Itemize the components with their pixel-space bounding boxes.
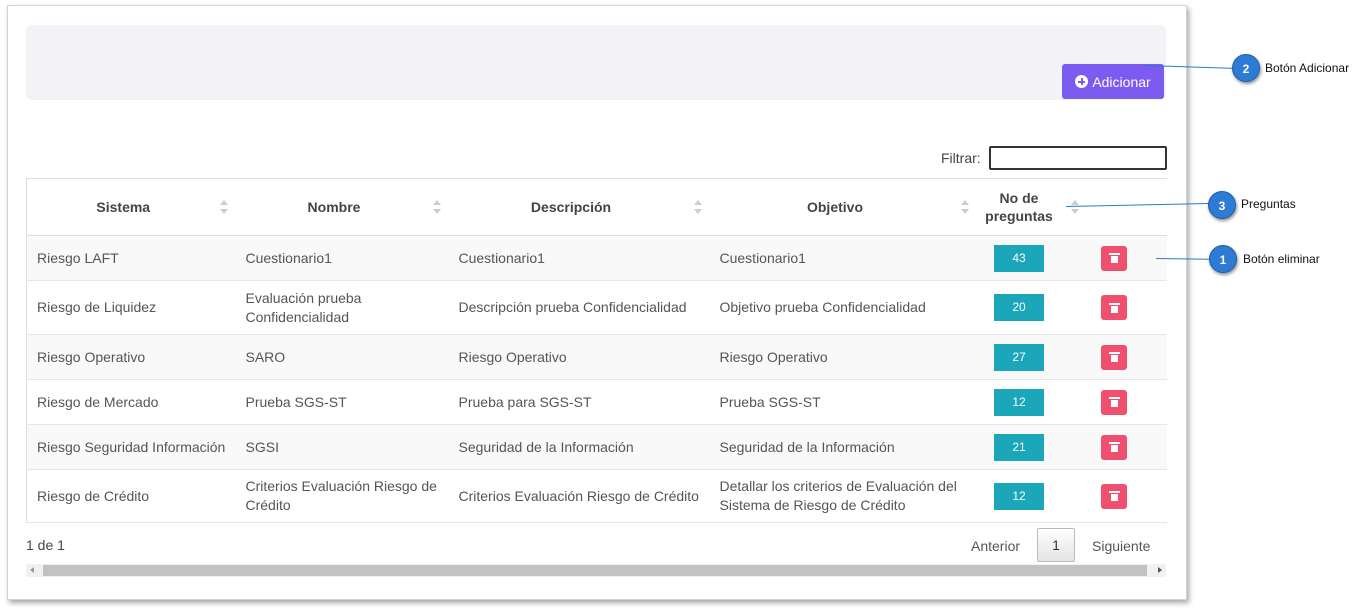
delete-button[interactable] bbox=[1101, 483, 1127, 509]
cell-descripcion: Seguridad de la Información bbox=[448, 424, 710, 470]
cell-preguntas: 12 bbox=[976, 469, 1062, 523]
delete-button[interactable] bbox=[1101, 295, 1127, 320]
question-count-badge[interactable]: 20 bbox=[994, 294, 1044, 321]
sort-icon bbox=[960, 200, 969, 214]
question-count-badge[interactable]: 21 bbox=[994, 433, 1044, 461]
column-header-label: Objetivo bbox=[806, 199, 863, 215]
cell-actions bbox=[1061, 280, 1167, 335]
questionnaire-table: Sistema Nombre Descripción Objetivo No d… bbox=[26, 178, 1167, 523]
cell-nombre: Prueba SGS-ST bbox=[235, 379, 449, 425]
table-header-row: Sistema Nombre Descripción Objetivo No d… bbox=[26, 178, 1167, 236]
plus-circle-icon bbox=[1075, 75, 1089, 88]
sort-icon bbox=[219, 200, 228, 214]
cell-sistema: Riesgo de Liquidez bbox=[26, 280, 236, 335]
table-row: Riesgo de Crédito Criterios Evaluación R… bbox=[26, 469, 1167, 523]
cell-actions bbox=[1061, 469, 1167, 523]
cell-descripcion: Prueba para SGS-ST bbox=[448, 379, 710, 425]
pagination-page-1[interactable]: 1 bbox=[1037, 528, 1075, 562]
cell-actions bbox=[1061, 379, 1167, 425]
delete-button[interactable] bbox=[1101, 434, 1127, 460]
question-count-badge[interactable]: 12 bbox=[994, 482, 1044, 510]
trash-icon bbox=[1108, 491, 1120, 501]
cell-descripcion: Criterios Evaluación Riesgo de Crédito bbox=[448, 469, 710, 523]
question-count-badge[interactable]: 43 bbox=[994, 244, 1044, 272]
table-row: Riesgo de Liquidez Evaluación prueba Con… bbox=[26, 280, 1167, 335]
column-header-descripcion[interactable]: Descripción bbox=[448, 178, 710, 236]
trash-icon bbox=[1108, 397, 1120, 407]
question-count-badge[interactable]: 12 bbox=[994, 388, 1044, 416]
filter-input[interactable] bbox=[989, 146, 1167, 170]
delete-button[interactable] bbox=[1101, 389, 1127, 415]
column-header-label: Nombre bbox=[307, 199, 361, 215]
delete-button[interactable] bbox=[1101, 344, 1127, 370]
cell-sistema: Riesgo de Crédito bbox=[26, 469, 236, 523]
cell-objetivo: Seguridad de la Información bbox=[709, 424, 977, 470]
add-button-label: Adicionar bbox=[1092, 73, 1151, 90]
trash-icon bbox=[1108, 253, 1120, 263]
callout-badge: 2 bbox=[1232, 54, 1260, 82]
toolbar: Adicionar bbox=[26, 25, 1166, 100]
cell-preguntas: 27 bbox=[976, 334, 1062, 380]
cell-preguntas: 43 bbox=[976, 235, 1062, 281]
cell-descripcion: Riesgo Operativo bbox=[448, 334, 710, 380]
cell-sistema: Riesgo Seguridad Información bbox=[26, 424, 236, 470]
question-count-badge[interactable]: 27 bbox=[994, 343, 1044, 371]
cell-preguntas: 21 bbox=[976, 424, 1062, 470]
column-header-label: Descripción bbox=[530, 199, 612, 215]
sort-icon bbox=[432, 200, 441, 214]
cell-sistema: Riesgo Operativo bbox=[26, 334, 236, 380]
cell-preguntas: 12 bbox=[976, 379, 1062, 425]
column-header-preguntas[interactable]: No de preguntas bbox=[976, 178, 1079, 236]
callout-badge: 3 bbox=[1208, 191, 1236, 219]
cell-objetivo: Detallar los criterios de Evaluación del… bbox=[709, 469, 977, 523]
callout-label: Preguntas bbox=[1241, 197, 1296, 211]
questionnaire-panel: Adicionar Filtrar: Sistema Nombre Descri… bbox=[7, 5, 1187, 600]
cell-objetivo: Cuestionario1 bbox=[709, 235, 977, 281]
cell-sistema: Riesgo LAFT bbox=[26, 235, 236, 281]
callout-label: Botón Adicionar bbox=[1265, 61, 1350, 75]
cell-nombre: Cuestionario1 bbox=[235, 235, 449, 281]
scroll-right-icon[interactable] bbox=[1158, 567, 1162, 573]
cell-objetivo: Objetivo prueba Confidencialidad bbox=[709, 280, 977, 335]
cell-descripcion: Cuestionario1 bbox=[448, 235, 710, 281]
delete-button[interactable] bbox=[1101, 245, 1127, 271]
table-row: Riesgo de Mercado Prueba SGS-ST Prueba p… bbox=[26, 379, 1167, 425]
cell-actions bbox=[1061, 334, 1167, 380]
sort-icon bbox=[693, 200, 702, 214]
cell-preguntas: 20 bbox=[976, 280, 1062, 335]
table-row: Riesgo Operativo SARO Riesgo Operativo R… bbox=[26, 334, 1167, 380]
table-row: Riesgo Seguridad Información SGSI Seguri… bbox=[26, 424, 1167, 470]
scroll-left-icon[interactable] bbox=[30, 567, 34, 573]
column-header-label: No de preguntas bbox=[985, 190, 1053, 224]
cell-descripcion: Descripción prueba Confidencialidad bbox=[448, 280, 710, 335]
column-header-actions bbox=[1061, 178, 1167, 236]
column-header-objetivo[interactable]: Objetivo bbox=[709, 178, 977, 236]
cell-sistema: Riesgo de Mercado bbox=[26, 379, 236, 425]
cell-actions bbox=[1061, 424, 1167, 470]
scrollbar-thumb[interactable] bbox=[43, 565, 1147, 576]
cell-objetivo: Riesgo Operativo bbox=[709, 334, 977, 380]
cell-nombre: SARO bbox=[235, 334, 449, 380]
table-row: Riesgo LAFT Cuestionario1 Cuestionario1 … bbox=[26, 235, 1167, 281]
cell-actions bbox=[1061, 235, 1167, 281]
cell-nombre: SGSI bbox=[235, 424, 449, 470]
column-header-label: Sistema bbox=[96, 199, 151, 215]
pagination-previous[interactable]: Anterior bbox=[971, 538, 1020, 554]
pagination-info: 1 de 1 bbox=[26, 537, 65, 553]
column-header-nombre[interactable]: Nombre bbox=[235, 178, 449, 236]
horizontal-scrollbar[interactable] bbox=[26, 564, 1166, 577]
trash-icon bbox=[1108, 302, 1120, 313]
column-header-sistema[interactable]: Sistema bbox=[26, 178, 236, 236]
add-button[interactable]: Adicionar bbox=[1062, 64, 1164, 99]
cell-objetivo: Prueba SGS-ST bbox=[709, 379, 977, 425]
callout-label: Botón eliminar bbox=[1243, 252, 1320, 266]
trash-icon bbox=[1108, 442, 1120, 452]
trash-icon bbox=[1108, 352, 1120, 362]
pagination-next[interactable]: Siguiente bbox=[1092, 538, 1150, 554]
filter-label: Filtrar: bbox=[941, 150, 981, 166]
callout-badge: 1 bbox=[1209, 245, 1237, 273]
cell-nombre: Evaluación prueba Confidencialidad bbox=[235, 280, 449, 335]
cell-nombre: Criterios Evaluación Riesgo de Crédito bbox=[235, 469, 449, 523]
